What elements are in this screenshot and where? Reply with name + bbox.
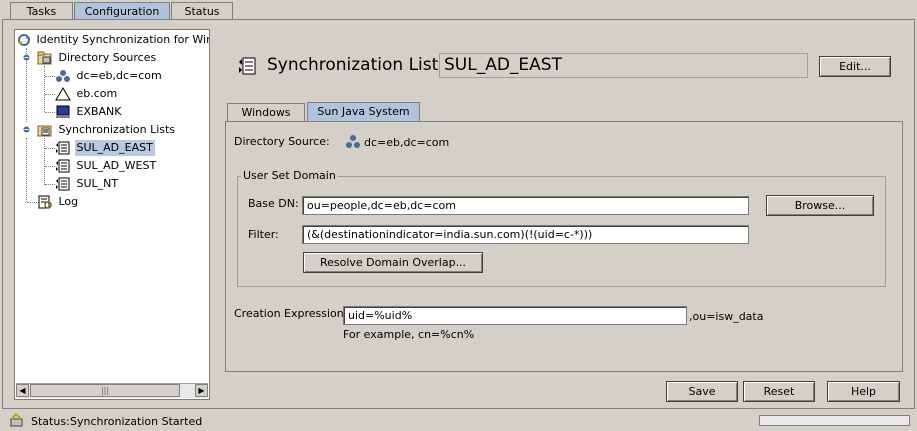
tab-tasks-label: Tasks bbox=[26, 5, 57, 18]
tree-synchronization-lists-label: Synchronization Lists bbox=[58, 123, 176, 136]
directory-source-label: Directory Source: bbox=[234, 135, 330, 148]
tab-windows-label: Windows bbox=[241, 106, 291, 119]
save-button[interactable]: Save bbox=[666, 381, 738, 402]
reset-button-label: Reset bbox=[763, 385, 795, 398]
list-folder-icon bbox=[37, 125, 52, 137]
tree-item-source[interactable]: eb.com bbox=[55, 86, 119, 102]
progress-bar bbox=[759, 415, 910, 426]
resolve-domain-overlap-button[interactable]: Resolve Domain Overlap... bbox=[303, 252, 483, 273]
creation-expression-example: For example, cn=%cn% bbox=[343, 328, 475, 341]
tree-connector bbox=[45, 112, 55, 113]
sync-list-icon bbox=[56, 141, 70, 155]
tree-connector bbox=[45, 166, 55, 167]
scroll-left-icon[interactable]: ◀ bbox=[16, 384, 29, 397]
tree-item-sync-list-selected[interactable]: SUL_AD_EAST bbox=[55, 140, 155, 156]
collapse-knob-icon[interactable] bbox=[23, 54, 30, 61]
status-bar: Status: Synchronization Started bbox=[0, 410, 917, 431]
directory-server-icon bbox=[346, 135, 360, 148]
tree-root-label: Identity Synchronization for Windows bbox=[36, 33, 210, 46]
navigation-tree: Identity Synchronization for Windows Dir… bbox=[14, 29, 210, 400]
collapse-knob-icon[interactable] bbox=[23, 126, 30, 133]
tree-item-sync-list[interactable]: SUL_AD_WEST bbox=[55, 158, 158, 174]
tree-item-source[interactable]: EXBANK bbox=[55, 104, 124, 120]
filter-input[interactable]: (&(destinationindicator=india.sun.com)(!… bbox=[302, 225, 749, 244]
tree-directory-sources-label: Directory Sources bbox=[58, 51, 157, 64]
resolve-domain-overlap-button-label: Resolve Domain Overlap... bbox=[319, 256, 467, 269]
directory-server-icon bbox=[56, 70, 70, 82]
tree-connector bbox=[45, 76, 55, 77]
tree-horizontal-scrollbar[interactable]: ◀ ||| ▶ bbox=[16, 383, 208, 398]
tab-sun-java-system[interactable]: Sun Java System bbox=[307, 102, 420, 122]
tree-directory-sources[interactable]: Directory Sources bbox=[37, 50, 158, 66]
computer-icon bbox=[56, 105, 70, 118]
tab-windows[interactable]: Windows bbox=[227, 103, 305, 122]
sync-list-icon bbox=[239, 57, 256, 75]
tree-item-source[interactable]: dc=eb,dc=com bbox=[55, 68, 164, 84]
tab-status[interactable]: Status bbox=[171, 2, 233, 19]
creation-expression-suffix: ,ou=isw_data bbox=[689, 310, 764, 323]
tree-connector bbox=[45, 94, 55, 95]
tab-status-label: Status bbox=[184, 5, 220, 18]
status-value: Synchronization Started bbox=[70, 415, 203, 428]
tree-item-source-label: eb.com bbox=[76, 87, 118, 100]
base-dn-label: Base DN: bbox=[248, 197, 299, 210]
tree-connector bbox=[45, 184, 55, 185]
active-directory-icon bbox=[55, 87, 71, 101]
sync-list-header-label: Synchronization List: bbox=[267, 55, 445, 75]
tab-configuration[interactable]: Configuration bbox=[74, 2, 170, 19]
browse-button[interactable]: Browse... bbox=[766, 195, 874, 216]
tab-sun-java-system-label: Sun Java System bbox=[317, 105, 410, 118]
filter-label: Filter: bbox=[248, 228, 279, 241]
help-button-label: Help bbox=[850, 385, 877, 398]
save-button-label: Save bbox=[688, 385, 716, 398]
tree-item-log[interactable]: Log bbox=[37, 194, 80, 210]
tree-connector bbox=[45, 148, 55, 149]
tree-item-sync-list[interactable]: SUL_NT bbox=[55, 176, 120, 192]
sync-list-icon bbox=[56, 177, 70, 191]
tree-item-sync-list-label: SUL_NT bbox=[76, 177, 119, 190]
directory-source-value: dc=eb,dc=com bbox=[364, 136, 450, 149]
tree-item-sync-list-label: SUL_AD_EAST bbox=[74, 140, 155, 156]
folder-icon bbox=[37, 51, 52, 65]
edit-button-label: Edit... bbox=[839, 60, 871, 73]
creation-expression-label: Creation Expression: bbox=[234, 307, 348, 320]
tree-item-log-label: Log bbox=[58, 195, 79, 208]
tree-connector bbox=[44, 138, 45, 185]
scroll-thumb[interactable]: ||| bbox=[30, 384, 180, 397]
sync-list-name: SUL_AD_EAST bbox=[439, 53, 808, 78]
tree-root[interactable]: Identity Synchronization for Windows bbox=[17, 32, 210, 48]
tree-item-source-label: EXBANK bbox=[76, 105, 122, 118]
status-icon bbox=[10, 413, 23, 427]
tree-item-sync-list-label: SUL_AD_WEST bbox=[76, 159, 157, 172]
creation-expression-input[interactable]: uid=%uid% bbox=[343, 306, 687, 325]
tree-connector bbox=[26, 138, 27, 202]
log-icon bbox=[38, 195, 52, 209]
reset-button[interactable]: Reset bbox=[743, 381, 815, 402]
tab-tasks[interactable]: Tasks bbox=[10, 2, 73, 19]
edit-button[interactable]: Edit... bbox=[819, 56, 891, 77]
status-label: Status: bbox=[31, 415, 70, 428]
tab-configuration-label: Configuration bbox=[84, 5, 160, 18]
scroll-right-icon[interactable]: ▶ bbox=[195, 384, 208, 397]
base-dn-input[interactable]: ou=people,dc=eb,dc=com bbox=[302, 196, 749, 215]
sync-icon bbox=[18, 34, 30, 46]
help-button[interactable]: Help bbox=[827, 381, 900, 402]
sync-list-icon bbox=[56, 159, 70, 173]
user-set-domain-legend: User Set Domain bbox=[241, 169, 338, 182]
tree-item-source-label: dc=eb,dc=com bbox=[76, 69, 162, 82]
tree-synchronization-lists[interactable]: Synchronization Lists bbox=[37, 122, 177, 138]
browse-button-label: Browse... bbox=[794, 199, 846, 212]
tree-connector bbox=[44, 66, 45, 112]
